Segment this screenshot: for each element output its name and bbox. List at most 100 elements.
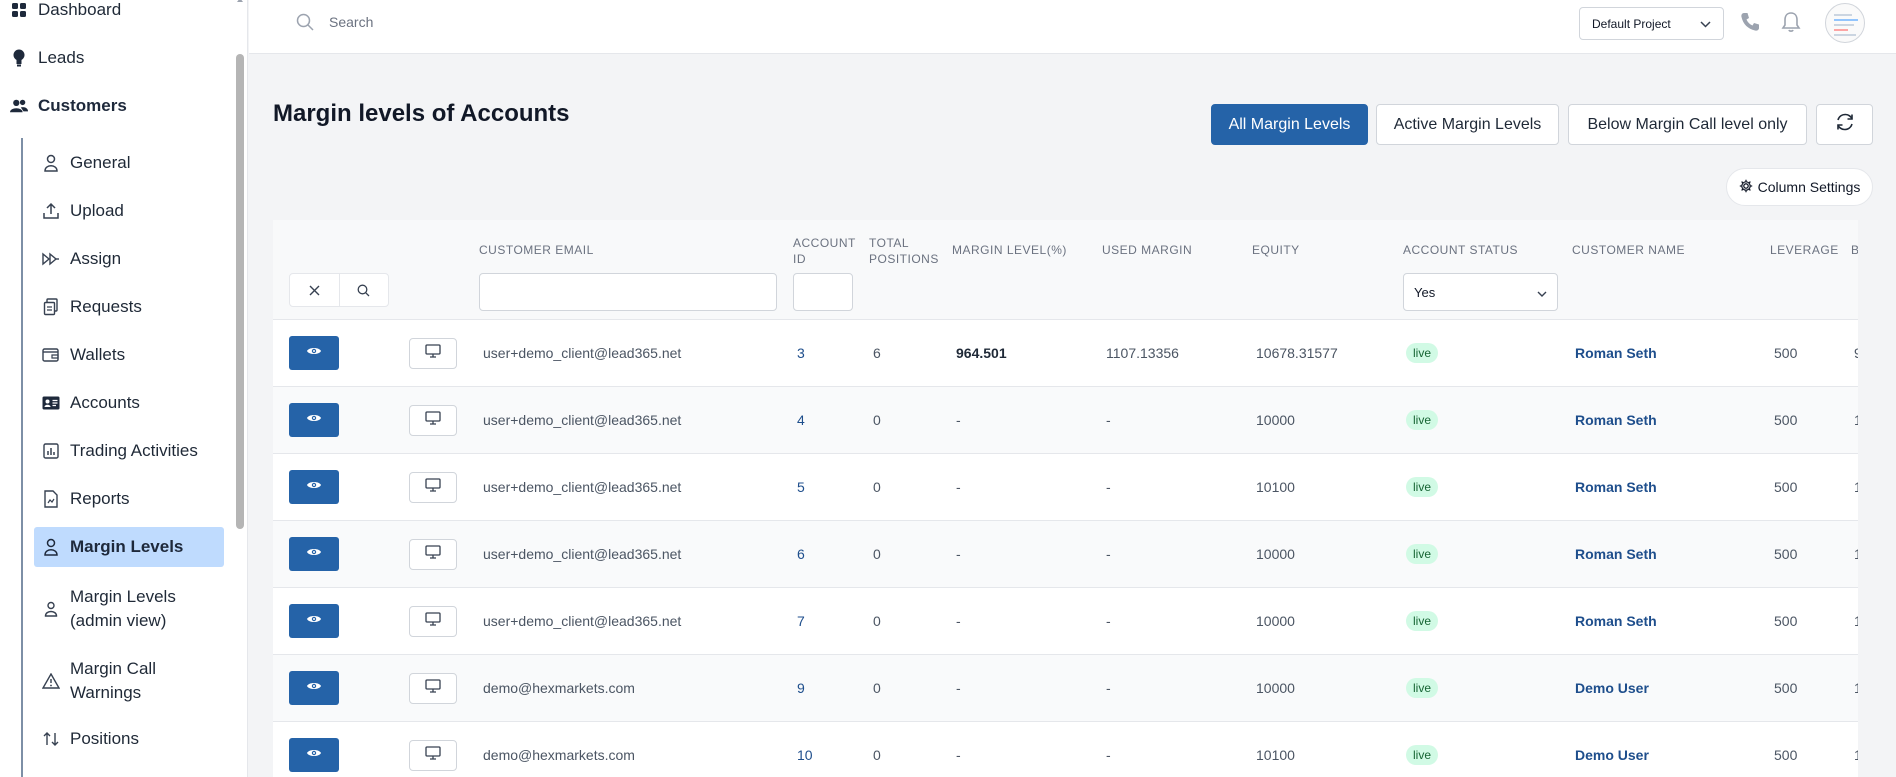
cell-customer-name[interactable]: Roman Seth [1575,613,1657,629]
monitor-icon [425,344,441,363]
account-id-filter-input[interactable] [793,273,853,311]
view-account-button[interactable] [289,738,339,772]
cell-customer-name[interactable]: Roman Seth [1575,479,1657,495]
open-terminal-button[interactable] [409,539,457,570]
refresh-button[interactable] [1816,104,1873,145]
cell-equity: 10100 [1256,747,1295,763]
clear-filter-button[interactable] [290,274,339,306]
bell-icon[interactable] [1781,11,1801,38]
account-status-filter-select[interactable]: Yes [1403,273,1558,311]
sidebar-item-assign[interactable]: Assign [34,248,224,270]
header-account-id[interactable]: ACCOUNT ID [793,235,856,267]
sidebar-item-leads[interactable]: Leads [10,48,84,68]
close-icon [309,285,320,295]
header-next-column[interactable]: B [1851,242,1858,258]
view-account-button[interactable] [289,537,339,571]
scroll-up-arrow-icon[interactable] [237,0,243,2]
eye-icon [306,612,322,630]
cell-used-margin: - [1106,613,1111,629]
cell-customer-name[interactable]: Demo User [1575,680,1649,696]
sidebar-item-margin-call-warnings[interactable]: Margin Call Warnings [34,656,224,706]
cell-account-id[interactable]: 6 [797,546,805,562]
cell-total-positions: 0 [873,546,881,562]
filter-all-margin-levels-button[interactable]: All Margin Levels [1211,104,1368,145]
header-used-margin[interactable]: USED MARGIN [1102,242,1192,258]
sidebar-item-margin-levels-admin[interactable]: Margin Levels (admin view) [34,584,224,634]
header-account-status[interactable]: ACCOUNT STATUS [1403,242,1518,258]
sidebar-item-dashboard[interactable]: Dashboard [10,0,121,20]
id-card-icon [42,394,60,412]
header-leverage[interactable]: LEVERAGE [1770,242,1839,258]
cell-account-id[interactable]: 5 [797,479,805,495]
open-terminal-button[interactable] [409,472,457,503]
cell-customer-name[interactable]: Roman Seth [1575,412,1657,428]
cell-customer-email: user+demo_client@lead365.net [483,479,682,495]
header-line: POSITIONS [869,252,939,266]
cell-equity: 10678.31577 [1256,345,1338,361]
eye-icon [306,478,322,496]
open-terminal-button[interactable] [409,338,457,369]
sidebar-scrollbar[interactable] [234,0,246,777]
header-total-positions[interactable]: TOTAL POSITIONS [869,235,939,267]
account-status-filter-value: Yes [1414,284,1436,300]
sidebar-item-margin-levels[interactable]: Margin Levels [34,527,224,567]
lightbulb-icon [10,49,28,67]
header-equity[interactable]: EQUITY [1252,242,1300,258]
gear-icon [1739,179,1753,196]
sidebar-item-reports[interactable]: Reports [34,488,224,510]
cell-customer-name[interactable]: Demo User [1575,747,1649,763]
report-file-icon [42,490,60,508]
sidebar-item-label: Accounts [70,393,140,412]
dashboard-grid-icon [10,1,28,19]
chevron-down-icon [1700,17,1711,31]
header-line: TOTAL [869,236,910,250]
status-badge: live [1406,611,1439,631]
sidebar-item-upload[interactable]: Upload [34,200,224,222]
cell-customer-name[interactable]: Roman Seth [1575,345,1657,361]
cell-customer-name[interactable]: Roman Seth [1575,546,1657,562]
cell-account-id[interactable]: 4 [797,412,805,428]
open-terminal-button[interactable] [409,405,457,436]
view-account-button[interactable] [289,604,339,638]
filter-below-margin-call-button[interactable]: Below Margin Call level only [1568,104,1807,145]
open-terminal-button[interactable] [409,673,457,704]
positions-swap-icon [42,730,60,748]
cell-total-positions: 6 [873,345,881,361]
phone-icon[interactable] [1739,11,1761,38]
sidebar-item-wallets[interactable]: Wallets [34,344,224,366]
filter-active-margin-levels-button[interactable]: Active Margin Levels [1376,104,1559,145]
open-terminal-button[interactable] [409,606,457,637]
monitor-icon [425,478,441,497]
sidebar-item-label: Positions [70,729,139,748]
sidebar-item-label: Margin Levels [70,537,184,556]
search-input[interactable] [329,10,729,34]
sidebar-scrollbar-thumb[interactable] [236,54,244,529]
cell-account-id[interactable]: 7 [797,613,805,629]
cell-customer-email: user+demo_client@lead365.net [483,546,682,562]
customer-email-filter-input[interactable] [479,273,777,311]
cell-account-id[interactable]: 10 [797,747,813,763]
view-account-button[interactable] [289,336,339,370]
cell-account-id[interactable]: 3 [797,345,805,361]
cell-account-id[interactable]: 9 [797,680,805,696]
sidebar-item-positions[interactable]: Positions [34,728,224,750]
column-settings-button[interactable]: Column Settings [1726,168,1873,206]
view-account-button[interactable] [289,403,339,437]
sidebar-item-requests[interactable]: Requests [34,296,224,318]
header-customer-email[interactable]: CUSTOMER EMAIL [479,242,594,258]
sidebar-item-trading-activities[interactable]: Trading Activities [34,440,224,462]
view-account-button[interactable] [289,470,339,504]
eye-icon [306,679,322,697]
cell-leverage: 500 [1774,546,1798,562]
avatar[interactable] [1825,3,1865,43]
open-terminal-button[interactable] [409,740,457,771]
sidebar-item-general[interactable]: General [34,152,224,174]
project-select[interactable]: Default Project [1579,7,1724,40]
header-margin-level[interactable]: MARGIN LEVEL(%) [952,242,1067,258]
apply-filter-button[interactable] [338,274,389,306]
view-account-button[interactable] [289,671,339,705]
sidebar-item-accounts[interactable]: Accounts [34,392,224,414]
sidebar-item-customers[interactable]: Customers [10,96,127,116]
header-customer-name[interactable]: CUSTOMER NAME [1572,242,1685,258]
table-row: user+demo_client@lead365.net 6 0 - - 10000 liv… [273,521,1858,588]
